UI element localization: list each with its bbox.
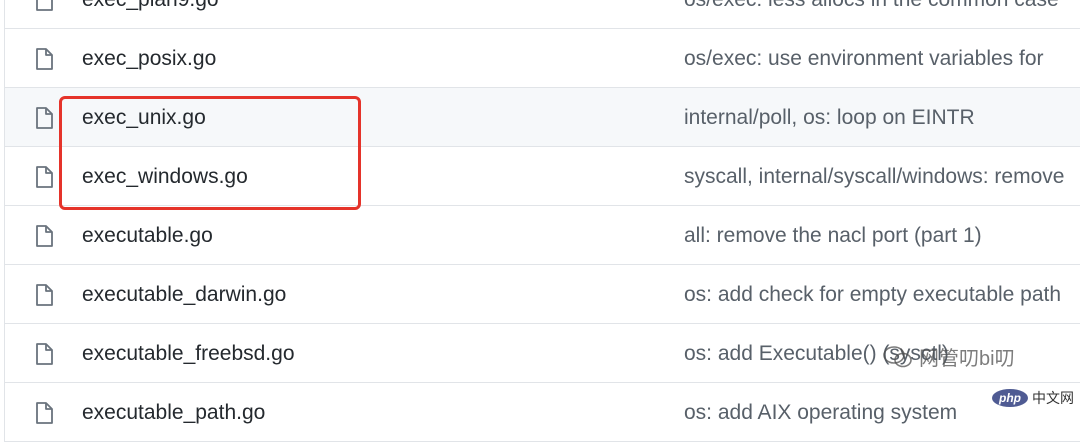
file-list: exec_plan9.go os/exec: less allocs in th… — [4, 0, 1080, 442]
file-icon — [36, 225, 53, 247]
file-icon — [36, 284, 53, 306]
site-logo: php 中文网 — [992, 388, 1074, 408]
file-name-link[interactable]: executable_freebsd.go — [82, 343, 295, 364]
file-icon — [36, 166, 53, 188]
file-icon — [36, 48, 53, 70]
commit-message-link[interactable]: internal/poll, os: loop on EINTR — [684, 107, 975, 128]
file-row[interactable]: executable_path.go os: add AIX operating… — [5, 383, 1080, 442]
site-logo-text: 中文网 — [1032, 390, 1074, 406]
file-row[interactable]: exec_plan9.go os/exec: less allocs in th… — [5, 0, 1080, 29]
file-name-link[interactable]: executable_darwin.go — [82, 284, 286, 305]
file-icon — [36, 402, 53, 424]
file-name-link[interactable]: exec_windows.go — [82, 166, 248, 187]
file-icon — [36, 343, 53, 365]
file-row[interactable]: exec_unix.go internal/poll, os: loop on … — [5, 88, 1080, 147]
commit-message-link[interactable]: os/exec: less allocs in the common case — [684, 0, 1059, 10]
file-row[interactable]: exec_posix.go os/exec: use environment v… — [5, 29, 1080, 88]
commit-message-link[interactable]: os/exec: use environment variables for — [684, 48, 1044, 69]
file-name-link[interactable]: exec_unix.go — [82, 107, 206, 128]
commit-message-link[interactable]: syscall, internal/syscall/windows: remov… — [684, 166, 1064, 187]
wechat-icon — [883, 345, 912, 367]
file-icon — [36, 107, 53, 129]
file-name-link[interactable]: exec_posix.go — [82, 48, 216, 69]
commit-message-link[interactable]: os: add AIX operating system — [684, 402, 957, 423]
file-name-link[interactable]: exec_plan9.go — [82, 0, 219, 10]
php-logo: php — [992, 389, 1028, 407]
commit-message-link[interactable]: all: remove the nacl port (part 1) — [684, 225, 982, 246]
commit-message-link[interactable]: os: add check for empty executable path — [684, 284, 1061, 305]
file-name-link[interactable]: executable.go — [82, 225, 213, 246]
file-row[interactable]: exec_windows.go syscall, internal/syscal… — [5, 147, 1080, 206]
watermark-text: 网管叨bi叨 — [919, 348, 1015, 370]
file-row[interactable]: executable.go all: remove the nacl port … — [5, 206, 1080, 265]
file-icon — [36, 0, 53, 11]
file-name-link[interactable]: executable_path.go — [82, 402, 265, 423]
file-row[interactable]: executable_darwin.go os: add check for e… — [5, 265, 1080, 324]
watermark: 网管叨bi叨 — [883, 342, 1015, 371]
